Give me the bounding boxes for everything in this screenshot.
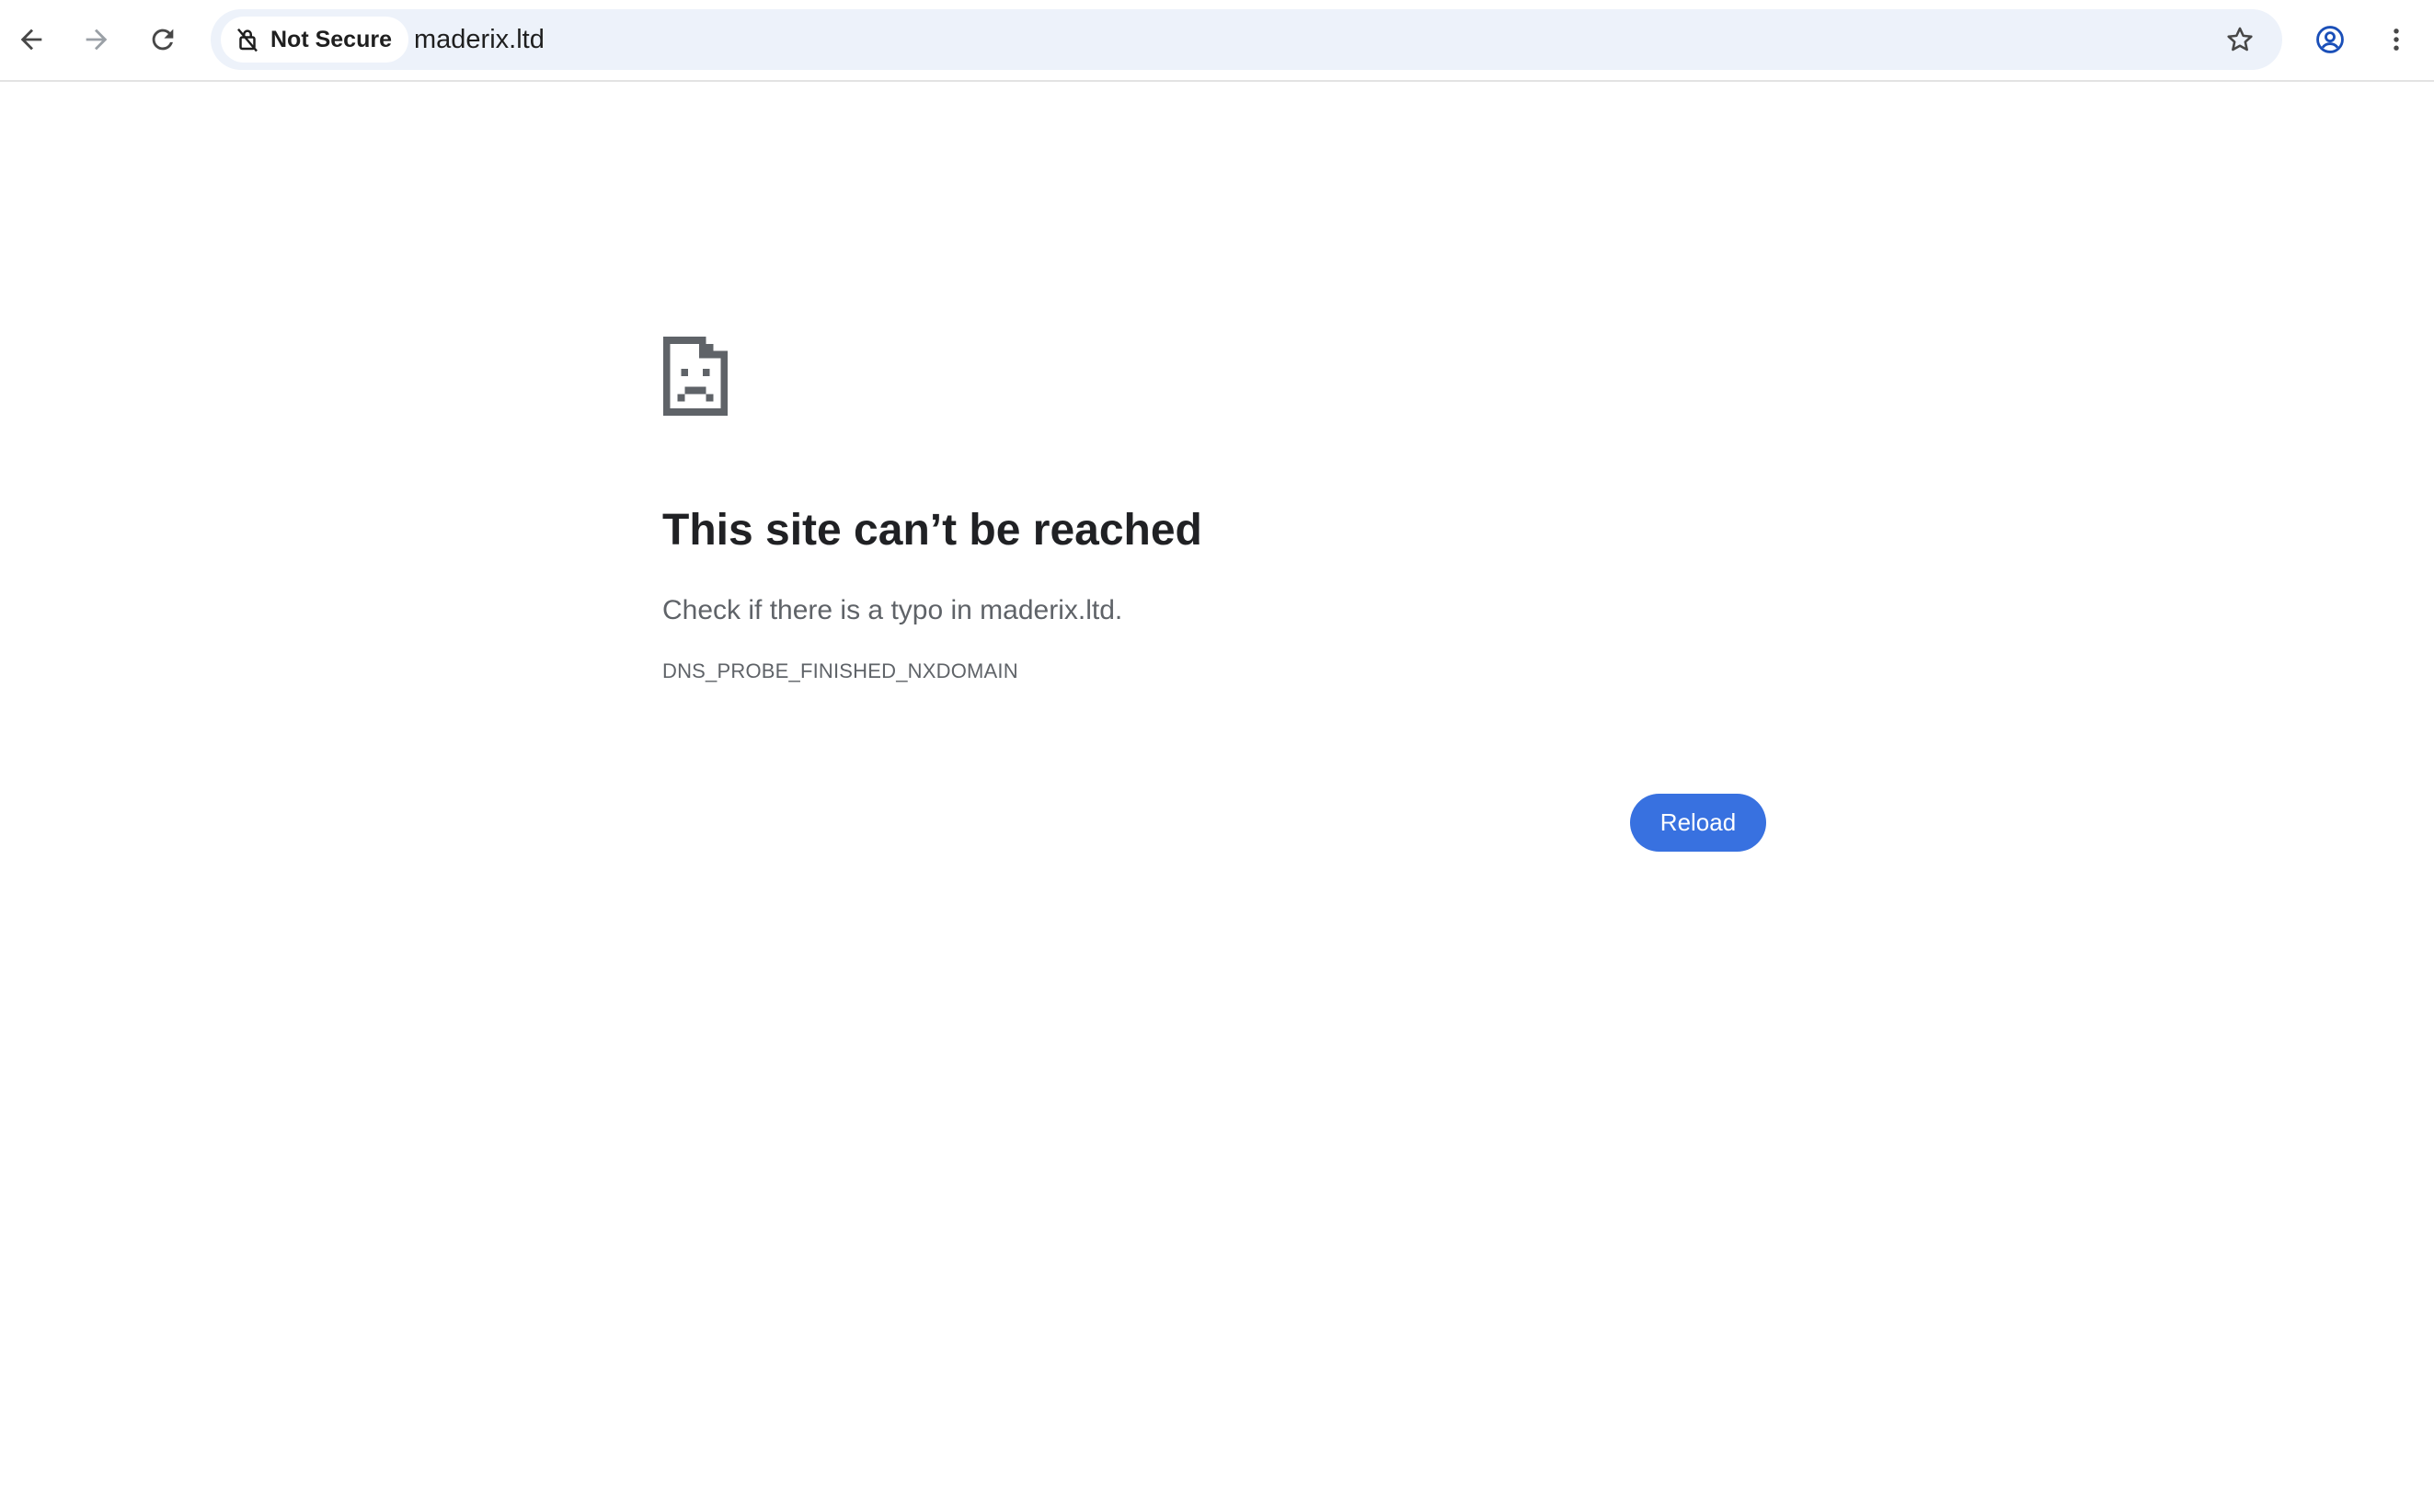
error-code: DNS_PROBE_FINISHED_NXDOMAIN xyxy=(662,659,1018,682)
profile-icon xyxy=(2316,26,2344,53)
browser-toolbar: Not Secure maderix.ltd xyxy=(0,0,2434,82)
reload-icon xyxy=(152,29,174,51)
arrow-left-icon xyxy=(20,29,42,51)
address-bar[interactable]: Not Secure maderix.ltd xyxy=(211,9,2282,70)
kebab-menu-icon xyxy=(2394,29,2399,51)
sad-document-icon xyxy=(662,337,729,416)
reload-button[interactable]: Reload xyxy=(1630,794,1766,852)
forward-button[interactable] xyxy=(71,14,122,65)
security-label: Not Secure xyxy=(270,26,392,52)
back-button[interactable] xyxy=(6,14,57,65)
error-content: This site can’t be reached Check if ther… xyxy=(662,337,1766,683)
not-secure-lock-icon xyxy=(237,28,258,52)
menu-button[interactable] xyxy=(2371,14,2422,65)
url-text[interactable]: maderix.ltd xyxy=(414,9,545,70)
error-suggestion: Check if there is a typo in maderix.ltd. xyxy=(662,594,1123,625)
bookmark-button[interactable] xyxy=(2220,19,2260,60)
reload-page-button[interactable] xyxy=(137,14,189,65)
profile-button[interactable] xyxy=(2304,14,2356,65)
arrow-right-icon xyxy=(86,29,108,51)
error-title: This site can’t be reached xyxy=(662,506,1202,555)
security-chip[interactable]: Not Secure xyxy=(221,17,408,63)
star-icon xyxy=(2227,27,2253,52)
